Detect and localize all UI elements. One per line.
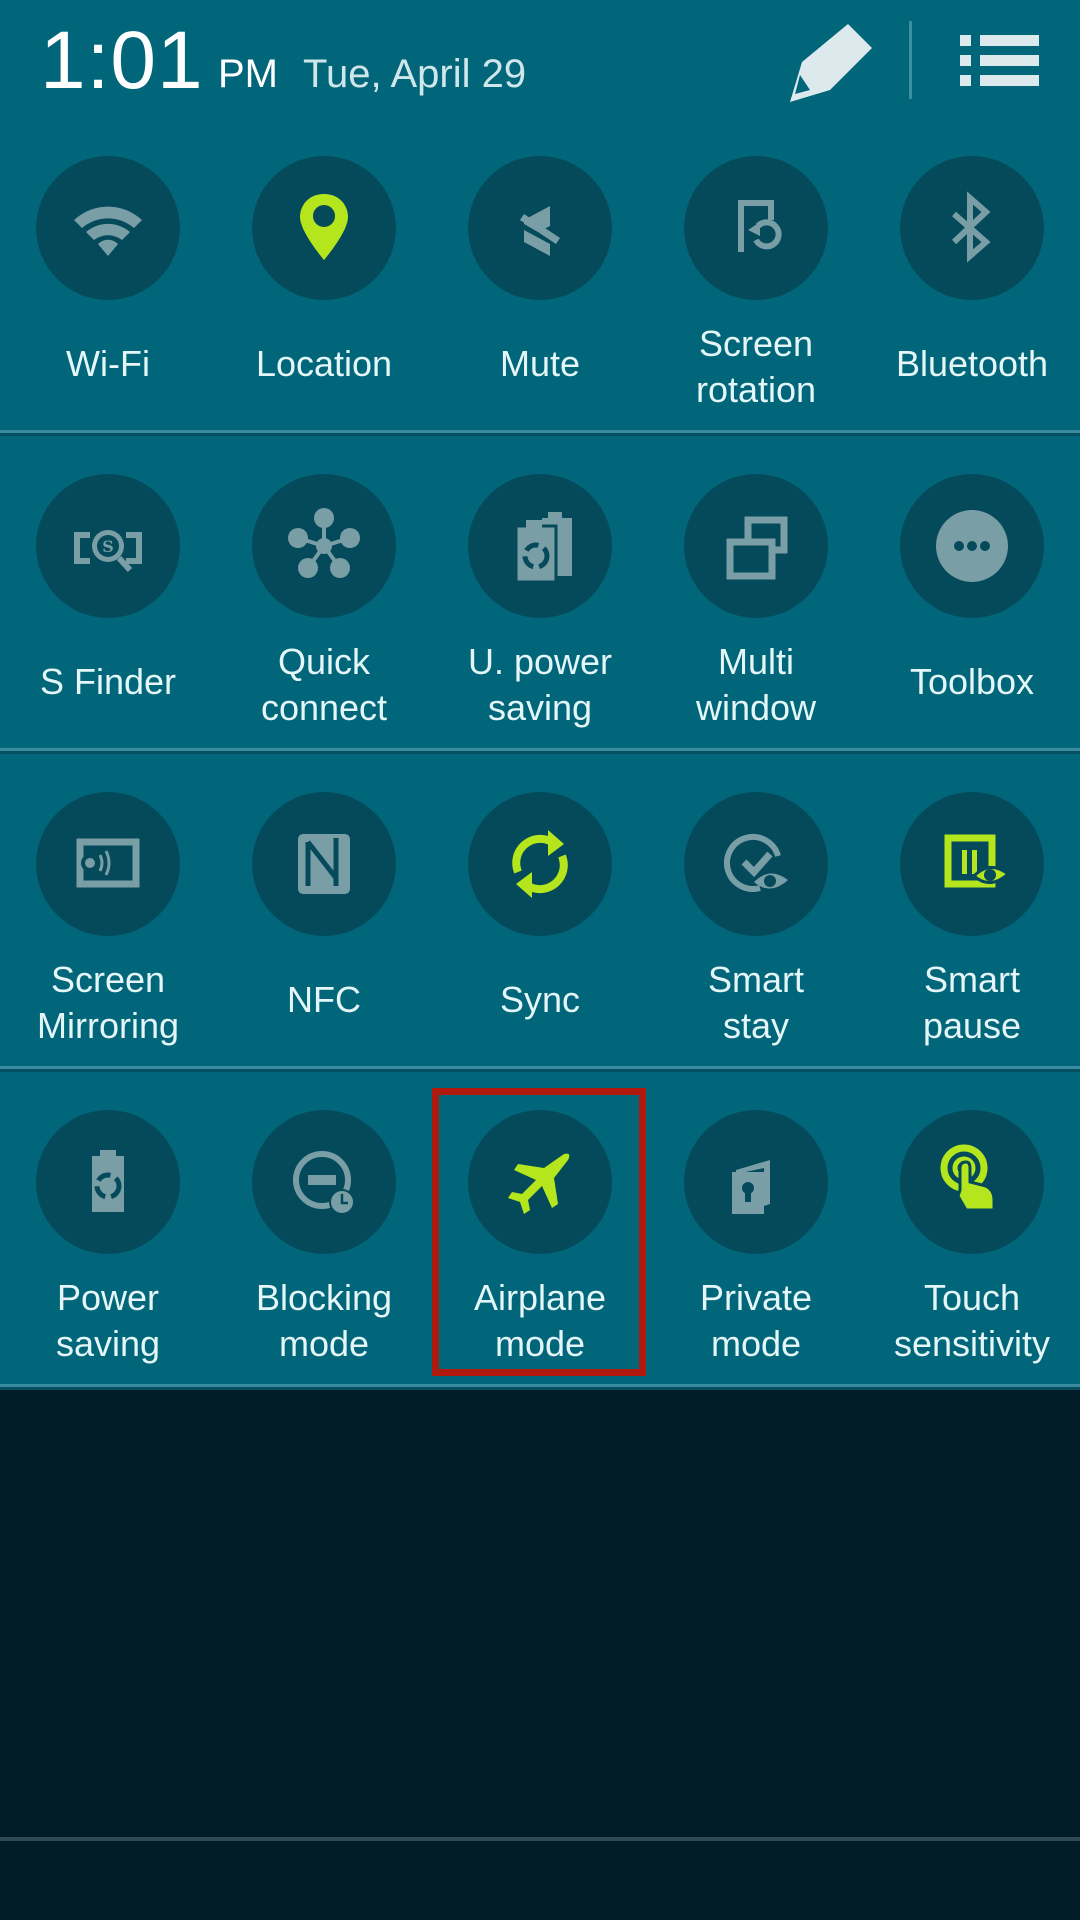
list-icon [960, 35, 1039, 86]
toggle-button[interactable] [252, 474, 396, 618]
quick-setting-label: Bluetooth [895, 343, 1049, 384]
panel-bottom-divider [0, 1384, 1080, 1387]
quick-setting-quick-connect[interactable]: Quick connect [216, 474, 432, 734]
smart-stay-icon [723, 833, 788, 892]
quick-setting-private-mode[interactable]: Private mode [648, 1110, 864, 1370]
location-pin-icon [300, 194, 348, 260]
nfc-icon [298, 834, 350, 894]
toggle-button[interactable] [36, 1110, 180, 1254]
quick-setting-label: Power saving [55, 1277, 161, 1364]
quick-setting-label: Wi-Fi [66, 343, 150, 384]
quick-setting-s-finder[interactable]: S S Finder [0, 474, 216, 734]
quick-setting-label: Screen Mirroring [36, 959, 179, 1046]
quick-setting-label: Blocking mode [255, 1277, 393, 1364]
quick-connect-icon [288, 508, 360, 578]
quick-setting-label: Toolbox [909, 661, 1035, 702]
power-saving-icon [92, 1150, 124, 1212]
blocking-mode-icon [293, 1151, 355, 1215]
quick-setting-toolbox[interactable]: Toolbox [864, 474, 1080, 734]
toggle-button[interactable] [684, 156, 828, 300]
toggle-button[interactable]: S [36, 474, 180, 618]
quick-setting-label: Smart stay [707, 959, 804, 1046]
pencil-icon [790, 24, 872, 102]
quick-setting-label: NFC [287, 979, 361, 1020]
notification-header: 1:01 PM Tue, April 29 [0, 0, 1080, 130]
toggle-button[interactable] [900, 156, 1044, 300]
row-divider [0, 430, 1080, 433]
quick-settings-panel: 1:01 PM Tue, April 29 Wi-Fi Location Mute S… [0, 0, 1080, 1387]
quick-setting-label: Touch sensitivity [893, 1277, 1051, 1364]
touch-sensitivity-icon [940, 1144, 996, 1212]
toggle-button[interactable] [684, 792, 828, 936]
quick-setting-mute[interactable]: Mute [432, 156, 648, 416]
screen-mirroring-icon [76, 838, 140, 888]
toggle-button[interactable] [36, 156, 180, 300]
quick-setting-label: Sync [499, 979, 581, 1020]
bluetooth-icon [951, 191, 991, 263]
quick-setting-label: Multi window [695, 641, 817, 728]
toggle-button[interactable] [684, 1110, 828, 1254]
multi-window-icon [726, 516, 788, 580]
quick-setting-label: U. power saving [467, 641, 613, 728]
ultra-power-saving-icon [514, 512, 572, 584]
clock-time: 1:01 [40, 15, 204, 106]
header-divider [909, 21, 912, 99]
svg-text:S: S [102, 537, 114, 556]
private-mode-icon [732, 1160, 770, 1214]
smart-pause-icon [944, 834, 1011, 888]
toggle-button[interactable] [252, 1110, 396, 1254]
quick-setting-screen-mirroring[interactable]: Screen Mirroring [0, 792, 216, 1052]
mute-icon [520, 206, 560, 256]
quick-setting-label: Location [255, 343, 393, 384]
quick-setting-smart-stay[interactable]: Smart stay [648, 792, 864, 1052]
toggle-button[interactable] [468, 792, 612, 936]
toggle-button[interactable] [900, 792, 1044, 936]
settings-list-button[interactable] [950, 25, 1050, 105]
toggle-button[interactable] [900, 1110, 1044, 1254]
toggle-button[interactable] [252, 156, 396, 300]
sync-icon [512, 830, 568, 898]
edit-quick-settings-button[interactable] [780, 20, 880, 110]
quick-setting-sync[interactable]: Sync [432, 792, 648, 1052]
quick-setting-location-pin[interactable]: Location [216, 156, 432, 416]
toggle-button[interactable] [468, 474, 612, 618]
quick-setting-screen-rotation[interactable]: Screen rotation [648, 156, 864, 416]
wifi-icon [74, 206, 142, 256]
toggle-button[interactable] [684, 474, 828, 618]
quick-setting-label: S Finder [39, 661, 177, 702]
date-label: Tue, April 29 [303, 52, 527, 96]
bottom-divider [0, 1837, 1080, 1841]
screen-rotation-icon [738, 200, 782, 252]
quick-setting-label: Screen rotation [695, 323, 817, 410]
quick-setting-touch-sensitivity[interactable]: Touch sensitivity [864, 1110, 1080, 1370]
quick-setting-label: Private mode [699, 1277, 813, 1364]
toggle-button[interactable] [900, 474, 1044, 618]
toggle-button[interactable] [252, 792, 396, 936]
quick-setting-wifi[interactable]: Wi-Fi [0, 156, 216, 416]
quick-setting-nfc[interactable]: NFC [216, 792, 432, 1052]
quick-setting-label: Mute [499, 343, 581, 384]
toolbox-icon [936, 510, 1008, 582]
quick-setting-label: Smart pause [922, 959, 1022, 1046]
row-divider [0, 748, 1080, 751]
quick-setting-smart-pause[interactable]: Smart pause [864, 792, 1080, 1052]
quick-setting-power-saving[interactable]: Power saving [0, 1110, 216, 1370]
airplane-mode-highlight-box [432, 1088, 646, 1376]
quick-setting-bluetooth[interactable]: Bluetooth [864, 156, 1080, 416]
toggle-button[interactable] [468, 156, 612, 300]
quick-setting-multi-window[interactable]: Multi window [648, 474, 864, 734]
quick-setting-label: Quick connect [260, 641, 388, 728]
quick-setting-blocking-mode[interactable]: Blocking mode [216, 1110, 432, 1370]
s-finder-icon: S [74, 530, 142, 573]
row-divider [0, 1066, 1080, 1069]
toggle-button[interactable] [36, 792, 180, 936]
quick-setting-ultra-power-saving[interactable]: U. power saving [432, 474, 648, 734]
clock-ampm: PM [218, 52, 278, 96]
